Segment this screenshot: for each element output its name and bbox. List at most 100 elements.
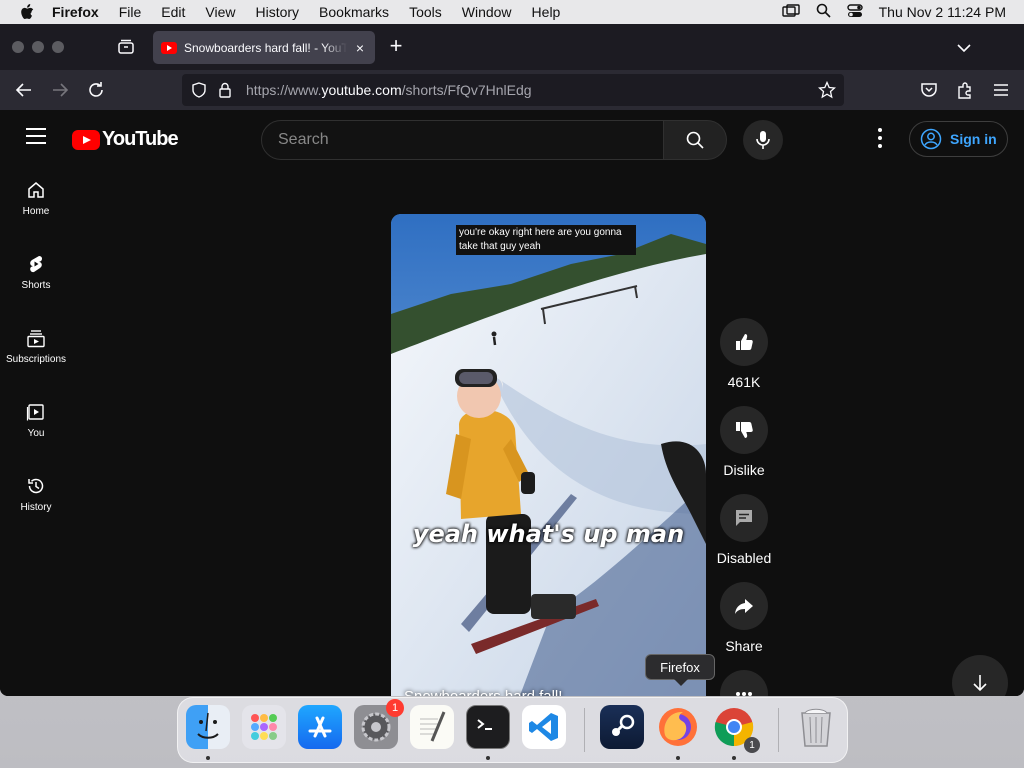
launchpad-icon[interactable] [242, 705, 286, 749]
dock-separator [778, 708, 779, 752]
url-prefix: https://www. [246, 82, 322, 98]
zoom-window-button[interactable] [52, 41, 64, 53]
sidebar-item-you[interactable]: You [0, 388, 72, 462]
menu-history[interactable]: History [255, 4, 299, 20]
firefox-view-icon[interactable] [116, 37, 136, 57]
tracking-protection-shield-icon[interactable] [190, 81, 208, 99]
reload-icon[interactable] [85, 79, 107, 101]
more-options-button[interactable] [720, 670, 768, 696]
settings-notification-badge: 1 [386, 699, 404, 717]
close-tab-icon[interactable]: × [353, 41, 367, 55]
menu-window[interactable]: Window [462, 4, 512, 20]
video-caption-subtitle: you're okay right here are you gonna tak… [456, 225, 636, 255]
video-overlay-text: yeah what's up man [412, 520, 685, 548]
comments-button[interactable] [720, 494, 768, 542]
shorts-icon [30, 256, 43, 273]
app-menu-icon[interactable] [990, 79, 1012, 101]
menu-view[interactable]: View [205, 4, 235, 20]
spotlight-search-icon[interactable] [816, 3, 831, 21]
snowboarding-video-frame [391, 214, 706, 696]
steam-icon[interactable] [600, 705, 644, 749]
lock-icon[interactable] [216, 81, 234, 99]
guide-menu-icon[interactable] [26, 128, 46, 144]
sidebar-item-history[interactable]: History [0, 462, 72, 536]
sidebar-item-label: Home [22, 206, 50, 217]
sidebar-item-label: Shorts [21, 280, 51, 291]
shorts-video-player[interactable]: you're okay right here are you gonna tak… [391, 214, 706, 696]
next-video-button[interactable] [952, 655, 1008, 696]
more-horizontal-icon [736, 692, 752, 696]
search-input[interactable] [262, 121, 663, 159]
tab-bar: Snowboarders hard fall! - YouTube × + [0, 24, 1024, 70]
dislike-label: Dislike [723, 462, 765, 478]
youtube-page: YouTube Sign in [0, 110, 1024, 696]
trash-icon[interactable] [794, 705, 838, 749]
like-action: 461K [712, 318, 776, 390]
sign-in-button[interactable]: Sign in [909, 121, 1008, 157]
settings-more-icon[interactable] [870, 128, 890, 148]
menu-tools[interactable]: Tools [409, 4, 442, 20]
pocket-icon[interactable] [918, 79, 940, 101]
account-circle-icon [920, 128, 942, 150]
control-center-icon[interactable] [846, 3, 863, 21]
youtube-logo[interactable]: YouTube [72, 128, 179, 151]
menu-help[interactable]: Help [532, 4, 561, 20]
dislike-button[interactable] [720, 406, 768, 454]
url-path: /shorts/FfQv7HnlEdg [401, 82, 532, 98]
active-tab[interactable]: Snowboarders hard fall! - YouTube × [153, 31, 375, 64]
tab-title: Snowboarders hard fall! - YouTube [184, 40, 347, 55]
extensions-icon[interactable] [954, 79, 976, 101]
share-arrow-icon [735, 599, 753, 614]
like-button[interactable] [720, 318, 768, 366]
comments-label: Disabled [716, 550, 772, 566]
youtube-favicon-icon [161, 41, 177, 54]
more-action [712, 670, 776, 696]
finder-icon[interactable] [186, 705, 230, 749]
youtube-play-logo-icon [72, 129, 100, 150]
menu-edit[interactable]: Edit [161, 4, 185, 20]
home-icon [28, 182, 44, 198]
forward-icon[interactable] [49, 79, 71, 101]
running-indicator [732, 756, 736, 760]
thumbs-down-icon [736, 422, 753, 438]
address-bar[interactable]: https://www.youtube.com/shorts/FfQv7HnlE… [182, 74, 844, 106]
screen-mirroring-icon[interactable] [781, 3, 800, 21]
sidebar-item-shorts[interactable]: Shorts [0, 240, 72, 314]
close-window-button[interactable] [12, 41, 24, 53]
apple-menu-icon[interactable] [18, 3, 36, 21]
new-tab-icon[interactable]: + [385, 35, 407, 58]
navigation-toolbar: https://www.youtube.com/shorts/FfQv7HnlE… [0, 70, 1024, 110]
youtube-wordmark: YouTube [102, 128, 179, 150]
window-controls [12, 41, 64, 53]
terminal-icon[interactable] [466, 705, 510, 749]
dislike-action: Dislike [712, 406, 776, 478]
short-title[interactable]: Snowboarders hard fall! [404, 688, 562, 696]
textedit-icon[interactable] [410, 705, 454, 749]
sidebar-item-home[interactable]: Home [0, 166, 72, 240]
menu-file[interactable]: File [119, 4, 142, 20]
url-domain: youtube.com [321, 82, 402, 98]
firefox-dock-icon[interactable] [656, 705, 700, 749]
sidebar-item-label: History [20, 502, 52, 513]
bookmark-star-icon[interactable] [817, 80, 837, 99]
voice-search-button[interactable] [743, 120, 783, 160]
menu-bar-clock[interactable]: Thu Nov 2 11:24 PM [879, 4, 1006, 20]
list-all-tabs-icon[interactable] [954, 38, 974, 58]
arrow-down-icon [973, 675, 987, 692]
back-icon[interactable] [13, 79, 35, 101]
you-icon [26, 404, 44, 421]
system-settings-icon[interactable]: 1 [354, 699, 404, 749]
app-store-icon[interactable] [298, 705, 342, 749]
menu-app-name[interactable]: Firefox [52, 4, 99, 20]
subscriptions-icon [27, 330, 45, 348]
menu-bookmarks[interactable]: Bookmarks [319, 4, 389, 20]
minimize-window-button[interactable] [32, 41, 44, 53]
chrome-icon[interactable]: 1 [712, 705, 760, 753]
sidebar-item-subscriptions[interactable]: Subscriptions [0, 314, 72, 388]
url-text: https://www.youtube.com/shorts/FfQv7HnlE… [246, 82, 532, 98]
share-button[interactable] [720, 582, 768, 630]
share-action: Share [712, 582, 776, 654]
search-button[interactable] [663, 120, 727, 160]
vscode-icon[interactable] [522, 705, 566, 749]
history-icon [28, 478, 44, 494]
